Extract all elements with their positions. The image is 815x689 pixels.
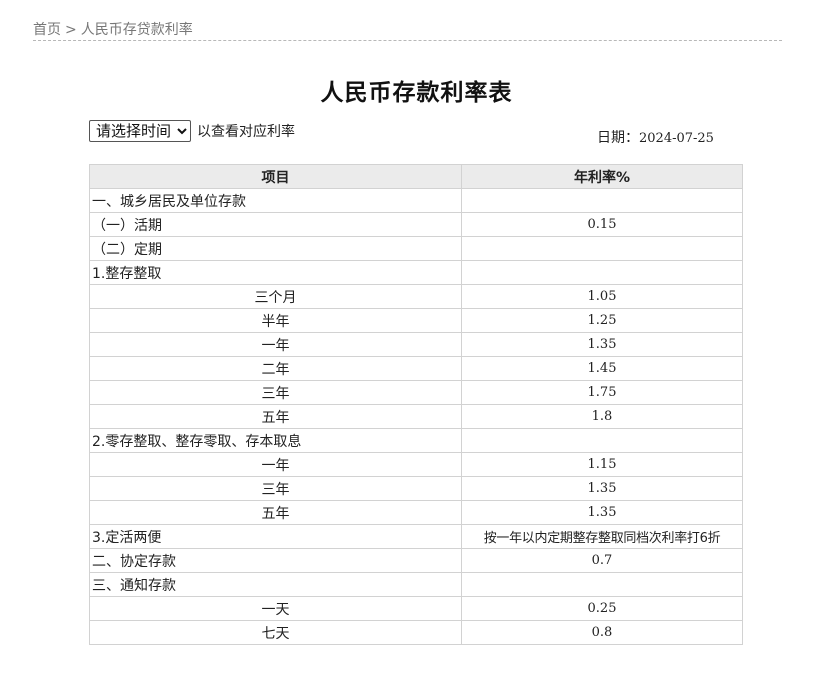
row-item-label: 三个月 — [89, 284, 462, 309]
row-item-label: 1.整存整取 — [89, 260, 462, 285]
table-row: 三、通知存款 — [89, 572, 743, 597]
table-row: 一、城乡居民及单位存款 — [89, 188, 743, 213]
table-header-row: 项目 年利率% — [89, 164, 743, 189]
row-rate-value — [461, 260, 743, 285]
table-row: 五年 1.35 — [89, 500, 743, 525]
row-rate-value: 1.35 — [461, 476, 743, 501]
date-value: 2024-07-25 — [639, 131, 714, 146]
row-rate-value: 1.8 — [461, 404, 743, 429]
time-select[interactable]: 请选择时间 — [89, 120, 191, 142]
row-rate-value: 1.35 — [461, 332, 743, 357]
row-item-label: 三年 — [89, 380, 462, 405]
row-item-label: 二、协定存款 — [89, 548, 462, 573]
row-item-label: （一）活期 — [89, 212, 462, 237]
table-body: 一、城乡居民及单位存款 （一）活期 0.15 （二）定期 1.整存整取 三个月 1.05 半年… — [89, 188, 743, 645]
table-row: 二年 1.45 — [89, 356, 743, 381]
row-rate-value: 0.8 — [461, 620, 743, 645]
row-rate-value: 0.7 — [461, 548, 743, 573]
row-item-label: 一天 — [89, 596, 462, 621]
row-rate-value — [461, 428, 743, 453]
table-row: 一年 1.15 — [89, 452, 743, 477]
deposit-rate-table: 项目 年利率% 一、城乡居民及单位存款 （一）活期 0.15 （二）定期 1.整存整取三… — [89, 164, 743, 645]
row-item-label: 二年 — [89, 356, 462, 381]
time-controls: 请选择时间 以查看对应利率 — [89, 120, 295, 142]
row-rate-value: 0.15 — [461, 212, 743, 237]
header-rate: 年利率% — [461, 164, 743, 189]
table-row: 七天 0.8 — [89, 620, 743, 645]
row-item-label: （二）定期 — [89, 236, 462, 261]
row-rate-value: 1.25 — [461, 308, 743, 333]
row-item-label: 一年 — [89, 332, 462, 357]
row-item-label: 五年 — [89, 500, 462, 525]
time-select-hint: 以查看对应利率 — [197, 124, 295, 140]
row-rate-value: 0.25 — [461, 596, 743, 621]
row-item-label: 五年 — [89, 404, 462, 429]
date-label: 日期： — [597, 130, 639, 146]
row-item-label: 三年 — [89, 476, 462, 501]
page-title: 人民币存款利率表 — [320, 80, 513, 106]
table-row: 五年 1.8 — [89, 404, 743, 429]
breadcrumb-separator: > — [65, 22, 77, 38]
row-item-label: 半年 — [89, 308, 462, 333]
header-item: 项目 — [89, 164, 462, 189]
table-row: 半年 1.25 — [89, 308, 743, 333]
table-row: 一天 0.25 — [89, 596, 743, 621]
row-item-label: 3.定活两便 — [89, 524, 462, 549]
table-row: 三年 1.75 — [89, 380, 743, 405]
row-item-label: 三、通知存款 — [89, 572, 462, 597]
table-row: 三个月 1.05 — [89, 284, 743, 309]
breadcrumb-current: 人民币存贷款利率 — [80, 22, 193, 38]
row-item-label: 七天 — [89, 620, 462, 645]
row-item-label: 2.零存整取、整存零取、存本取息 — [89, 428, 462, 453]
table-row: 2.零存整取、整存零取、存本取息 — [89, 428, 743, 453]
row-rate-value: 1.75 — [461, 380, 743, 405]
table-row: 二、协定存款 0.7 — [89, 548, 743, 573]
table-row: （一）活期 0.15 — [89, 212, 743, 237]
row-rate-value: 1.15 — [461, 452, 743, 477]
row-item-label: 一、城乡居民及单位存款 — [89, 188, 462, 213]
row-rate-value: 1.35 — [461, 500, 743, 525]
row-item-label: 一年 — [89, 452, 462, 477]
table-row: 一年 1.35 — [89, 332, 743, 357]
breadcrumb: 首页 > 人民币存贷款利率 — [33, 19, 782, 41]
row-rate-value: 1.05 — [461, 284, 743, 309]
breadcrumb-home-link[interactable]: 首页 — [33, 22, 61, 38]
date-display: 日期：2024-07-25 — [597, 127, 714, 147]
table-row: （二）定期 — [89, 236, 743, 261]
row-rate-value — [461, 236, 743, 261]
table-row: 三年 1.35 — [89, 476, 743, 501]
table-row: 1.整存整取 — [89, 260, 743, 285]
table-row: 3.定活两便 按一年以内定期整存整取同档次利率打6折 — [89, 524, 743, 549]
row-rate-value — [461, 188, 743, 213]
row-rate-value: 按一年以内定期整存整取同档次利率打6折 — [461, 524, 743, 549]
row-rate-value — [461, 572, 743, 597]
row-rate-value: 1.45 — [461, 356, 743, 381]
